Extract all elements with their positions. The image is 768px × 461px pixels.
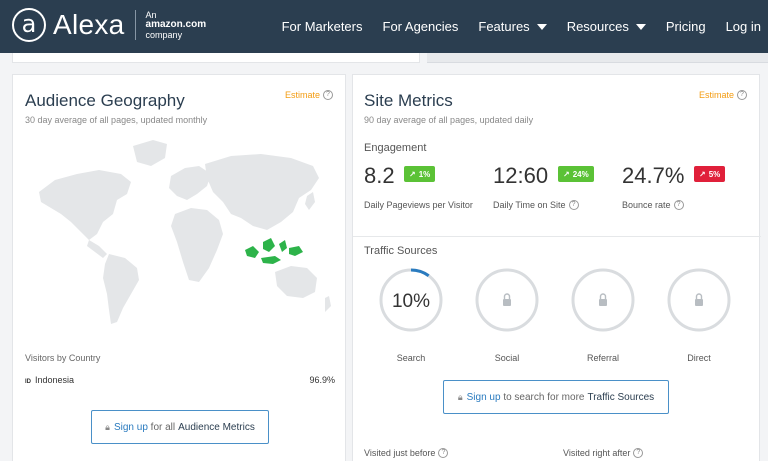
help-icon[interactable]: ? <box>633 448 644 458</box>
search-traffic-gauge: 10% <box>379 268 443 332</box>
country-name: Indonesia <box>35 375 75 385</box>
search-traffic-value: 10% <box>392 291 430 312</box>
world-map <box>39 140 331 324</box>
nav-resources[interactable]: Resources <box>567 19 646 34</box>
search-caption: Search <box>396 353 426 363</box>
pageviews-badge: ↗ 1% <box>404 166 436 182</box>
nav-login[interactable]: Log in <box>726 19 761 34</box>
pageviews-label: Daily Pageviews per Visitor <box>364 200 473 210</box>
country-row: ID Indonesia 96.9% <box>25 375 335 389</box>
indonesia-highlight <box>245 238 303 264</box>
chevron-down-icon <box>635 23 646 30</box>
trend-up-icon: ↗ <box>563 169 570 179</box>
section-divider <box>353 236 761 237</box>
audience-geography-card: Audience Geography 30 day average of all… <box>12 74 346 461</box>
geo-subtitle: 30 day average of all pages, updated mon… <box>25 115 208 125</box>
referral-caption: Referral <box>586 353 619 363</box>
alexa-logo-icon: a <box>12 8 46 42</box>
time-on-site-value: 12:60 <box>493 163 549 188</box>
chevron-down-icon <box>536 23 547 30</box>
help-icon[interactable]: ? <box>323 90 333 100</box>
brand-name: Alexa <box>53 9 125 40</box>
previous-panel-bottom <box>427 53 768 63</box>
site-title: Site Metrics <box>364 91 453 110</box>
top-nav: a Alexa An amazon.com company For Market… <box>0 0 768 53</box>
traffic-sources-label: Traffic Sources <box>364 245 438 257</box>
previous-card-bottom <box>12 53 420 63</box>
lock-icon <box>599 293 607 306</box>
time-on-site-badge: ↗ 24% <box>558 166 594 182</box>
help-icon[interactable]: ? <box>438 448 449 458</box>
bounce-rate-label: Bounce rate? <box>622 200 684 210</box>
logo-divider <box>134 10 136 40</box>
referral-traffic-gauge <box>571 268 635 332</box>
signup-traffic-sources-button[interactable]: 🔒︎ Sign up to search for more Traffic Sou… <box>443 380 669 414</box>
lock-icon <box>695 293 703 306</box>
bounce-rate-badge: ↗ 5% <box>694 166 726 182</box>
geo-estimate: Estimate ? <box>285 90 333 100</box>
trend-up-icon: ↗ <box>699 169 706 179</box>
world-land <box>39 140 331 324</box>
site-metrics-card: Site Metrics 90 day average of all pages… <box>352 74 761 461</box>
nav-for-marketers[interactable]: For Marketers <box>282 19 363 34</box>
amazon-company-tag: An amazon.com company <box>145 10 207 40</box>
lock-icon: 🔒︎ <box>457 391 463 402</box>
country-code: ID <box>25 379 31 385</box>
visited-before-label: Visited just before? <box>364 448 449 458</box>
site-estimate: Estimate ? <box>699 90 747 100</box>
help-icon[interactable]: ? <box>568 200 579 210</box>
social-traffic-gauge <box>475 268 539 332</box>
direct-caption: Direct <box>687 353 711 363</box>
nav-pricing[interactable]: Pricing <box>666 19 706 34</box>
bounce-rate-value: 24.7% <box>622 163 685 188</box>
direct-traffic-gauge <box>667 268 731 332</box>
help-icon[interactable]: ? <box>737 90 747 100</box>
nav-features[interactable]: Features <box>478 19 547 34</box>
help-icon[interactable]: ? <box>673 200 684 210</box>
country-percentage: 96.9% <box>309 375 335 385</box>
lock-icon <box>503 293 511 306</box>
trend-up-icon: ↗ <box>409 169 416 179</box>
time-on-site-label: Daily Time on Site? <box>493 200 579 210</box>
nav-links: For Marketers For Agencies Features Reso… <box>282 0 768 53</box>
geo-title: Audience Geography <box>25 91 185 110</box>
signup-audience-metrics-button[interactable]: 🔒︎ Sign up for all Audience Metrics <box>91 410 269 444</box>
nav-for-agencies[interactable]: For Agencies <box>383 19 459 34</box>
social-caption: Social <box>494 353 520 363</box>
visited-after-label: Visited right after? <box>563 448 644 458</box>
visitors-by-country-label: Visitors by Country <box>25 353 101 363</box>
alexa-logo[interactable]: a Alexa An amazon.com company <box>12 8 206 42</box>
pageviews-value: 8.2 <box>364 163 395 188</box>
engagement-label: Engagement <box>364 142 427 154</box>
lock-icon: 🔒︎ <box>105 421 110 432</box>
site-subtitle: 90 day average of all pages, updated dai… <box>364 115 534 125</box>
